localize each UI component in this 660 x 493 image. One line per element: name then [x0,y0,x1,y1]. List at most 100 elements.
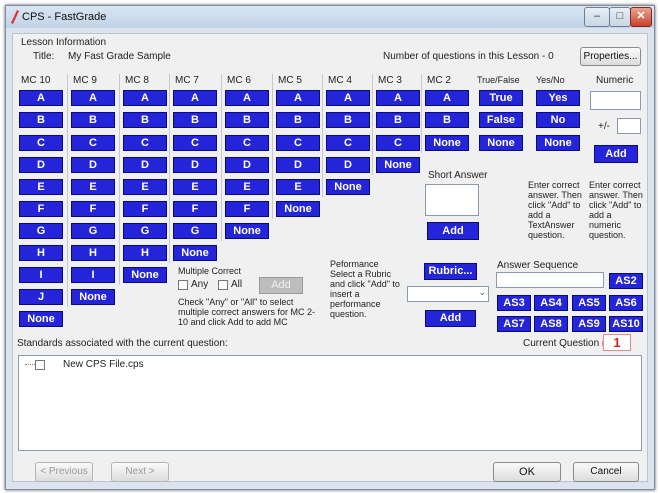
mc-answer-button[interactable]: A [276,90,320,106]
mc-answer-button[interactable]: D [71,157,115,173]
mc-answer-button[interactable]: C [123,135,167,151]
yn-none-button[interactable]: None [536,135,580,151]
mc-answer-button[interactable]: F [71,201,115,217]
all-checkbox[interactable] [218,280,228,290]
answer-sequence-button[interactable]: AS10 [609,316,643,332]
current-question-number[interactable]: 1 [603,334,631,351]
answer-sequence-button[interactable]: AS4 [534,295,568,311]
answer-sequence-button[interactable]: AS6 [609,295,643,311]
cancel-button[interactable]: Cancel [573,462,639,482]
tree-item-label[interactable]: New CPS File.cps [63,359,144,370]
numeric-answer-input[interactable] [590,91,641,110]
mc-answer-button[interactable]: D [276,157,320,173]
no-button[interactable]: No [536,112,580,128]
mc-none-button[interactable]: None [173,245,217,261]
mc-answer-button[interactable]: A [326,90,370,106]
mc-none-button[interactable]: None [225,223,269,239]
mc-answer-button[interactable]: A [425,90,469,106]
mc-answer-button[interactable]: C [276,135,320,151]
tolerance-input[interactable] [617,118,641,134]
tf-none-button[interactable]: None [479,135,523,151]
mc-answer-button[interactable]: H [19,245,63,261]
mc-answer-button[interactable]: A [123,90,167,106]
mc-answer-button[interactable]: D [19,157,63,173]
mc-none-button[interactable]: None [425,135,469,151]
standards-tree[interactable]: New CPS File.cps [18,355,642,451]
answer-sequence-button[interactable]: AS3 [497,295,531,311]
close-button[interactable]: ✕ [630,7,652,27]
mc-answer-button[interactable]: C [376,135,420,151]
mc-answer-button[interactable]: F [123,201,167,217]
mc-answer-button[interactable]: G [123,223,167,239]
mc-answer-button[interactable]: C [19,135,63,151]
mc-none-button[interactable]: None [276,201,320,217]
mc-answer-button[interactable]: E [225,179,269,195]
mc-answer-button[interactable]: A [173,90,217,106]
multiple-correct-add-button[interactable]: Add [259,277,303,294]
mc-answer-button[interactable]: B [326,112,370,128]
mc-answer-button[interactable]: G [71,223,115,239]
numeric-add-button[interactable]: Add [594,145,638,163]
mc-answer-button[interactable]: F [173,201,217,217]
mc-answer-button[interactable]: C [326,135,370,151]
next-button[interactable]: Next > [111,462,169,482]
mc-answer-button[interactable]: C [71,135,115,151]
mc-answer-button[interactable]: B [225,112,269,128]
mc-answer-button[interactable]: A [376,90,420,106]
tree-item-checkbox[interactable] [35,360,45,370]
mc-answer-button[interactable]: E [123,179,167,195]
mc-answer-button[interactable]: G [173,223,217,239]
mc-answer-button[interactable]: G [19,223,63,239]
mc-answer-button[interactable]: H [123,245,167,261]
mc-answer-button[interactable]: D [123,157,167,173]
mc-none-button[interactable]: None [71,289,115,305]
mc-answer-button[interactable]: B [376,112,420,128]
answer-sequence-button[interactable]: AS7 [497,316,531,332]
mc-answer-button[interactable]: A [225,90,269,106]
mc-answer-button[interactable]: A [19,90,63,106]
mc-answer-button[interactable]: C [173,135,217,151]
mc-answer-button[interactable]: B [19,112,63,128]
answer-sequence-button[interactable]: AS8 [534,316,568,332]
performance-add-button[interactable]: Add [425,310,476,327]
previous-button[interactable]: < Previous [35,462,93,482]
mc-answer-button[interactable]: F [225,201,269,217]
mc-none-button[interactable]: None [19,311,63,327]
short-answer-input[interactable] [425,184,479,216]
true-button[interactable]: True [479,90,523,106]
short-answer-add-button[interactable]: Add [427,222,479,240]
mc-answer-button[interactable]: H [71,245,115,261]
mc-answer-button[interactable]: E [276,179,320,195]
mc-answer-button[interactable]: I [19,267,63,283]
mc-answer-button[interactable]: I [71,267,115,283]
mc-answer-button[interactable]: E [71,179,115,195]
rubric-button[interactable]: Rubric... [424,263,477,280]
mc-answer-button[interactable]: E [19,179,63,195]
answer-sequence-button[interactable]: AS5 [572,295,606,311]
mc-answer-button[interactable]: B [425,112,469,128]
maximize-button[interactable]: □ [609,7,631,27]
mc-answer-button[interactable]: F [19,201,63,217]
false-button[interactable]: False [479,112,523,128]
answer-sequence-button[interactable]: AS9 [572,316,606,332]
mc-answer-button[interactable]: D [225,157,269,173]
mc-answer-button[interactable]: D [173,157,217,173]
mc-answer-button[interactable]: B [173,112,217,128]
minimize-button[interactable]: – [584,7,610,27]
mc-answer-button[interactable]: B [71,112,115,128]
mc-answer-button[interactable]: B [123,112,167,128]
mc-answer-button[interactable]: E [173,179,217,195]
mc-none-button[interactable]: None [326,179,370,195]
mc-answer-button[interactable]: J [19,289,63,305]
answer-sequence-input[interactable] [496,272,604,288]
mc-answer-button[interactable]: C [225,135,269,151]
mc-answer-button[interactable]: B [276,112,320,128]
mc-none-button[interactable]: None [376,157,420,173]
mc-answer-button[interactable]: A [71,90,115,106]
any-checkbox[interactable] [178,280,188,290]
properties-button[interactable]: Properties... [580,47,641,66]
ok-button[interactable]: OK [493,462,561,482]
mc-answer-button[interactable]: D [326,157,370,173]
yes-button[interactable]: Yes [536,90,580,106]
mc-none-button[interactable]: None [123,267,167,283]
